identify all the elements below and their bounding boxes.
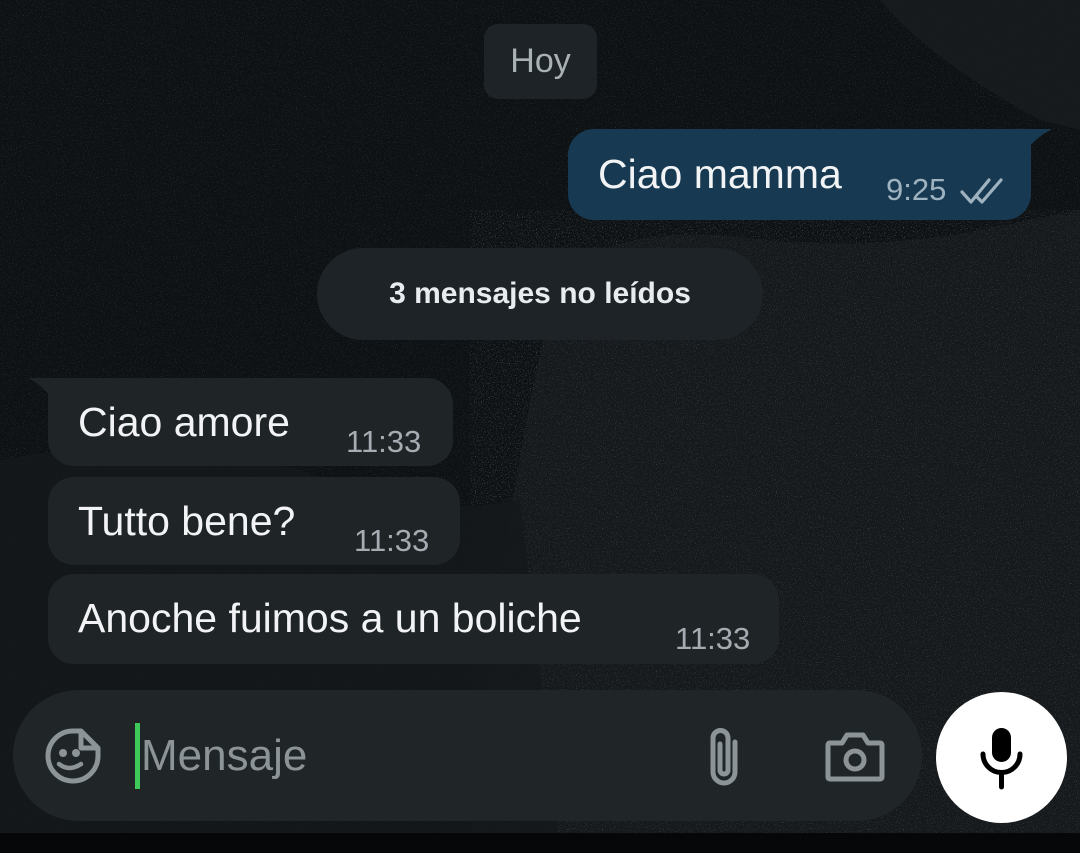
double-check-icon bbox=[960, 178, 1003, 204]
message-text: Ciao amore bbox=[78, 399, 290, 445]
date-separator: Hoy bbox=[484, 24, 597, 99]
message-time: 11:33 bbox=[346, 424, 422, 459]
message-time: 9:25 bbox=[886, 172, 947, 207]
paperclip-icon[interactable] bbox=[701, 724, 747, 790]
message-text: Ciao mamma bbox=[598, 151, 842, 197]
system-navigation-bar bbox=[0, 833, 1080, 853]
sticker-icon[interactable] bbox=[43, 726, 103, 786]
message-outgoing[interactable]: Ciao mamma 9:25 bbox=[568, 129, 1031, 220]
message-incoming[interactable]: Anoche fuimos a un boliche 11:33 bbox=[48, 574, 779, 664]
unread-messages-banner: 3 mensajes no leídos bbox=[317, 248, 763, 340]
voice-record-button[interactable] bbox=[936, 692, 1067, 823]
message-text: Tutto bene? bbox=[78, 498, 296, 544]
message-input[interactable] bbox=[137, 721, 665, 791]
message-time: 11:33 bbox=[354, 523, 430, 558]
message-incoming[interactable]: Tutto bene? 11:33 bbox=[48, 477, 460, 565]
camera-icon[interactable] bbox=[824, 729, 886, 783]
message-text: Anoche fuimos a un boliche bbox=[78, 595, 582, 641]
message-time: 11:33 bbox=[675, 621, 751, 656]
message-composer bbox=[13, 690, 922, 821]
microphone-icon bbox=[980, 728, 1023, 790]
message-incoming[interactable]: Ciao amore 11:33 bbox=[48, 378, 453, 466]
